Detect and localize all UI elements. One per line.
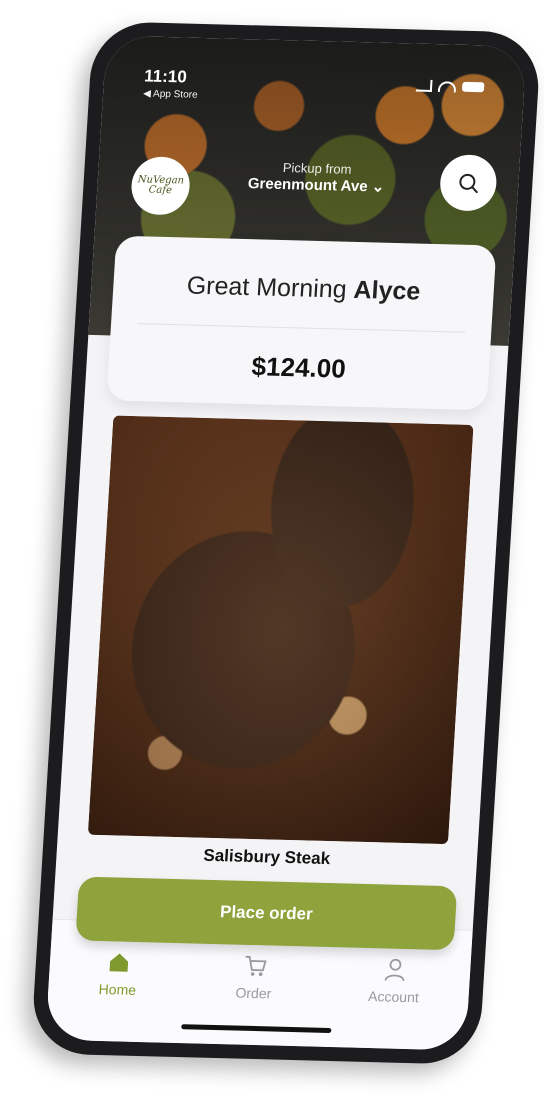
tab-account[interactable]: Account	[348, 954, 441, 1006]
featured-dish-image[interactable]	[87, 415, 474, 845]
status-time: 11:10	[143, 66, 188, 87]
user-icon	[384, 958, 405, 982]
search-icon	[459, 173, 478, 194]
pickup-location: Greenmount Ave ⌄	[247, 175, 385, 196]
tab-order-label: Order	[235, 984, 272, 1002]
battery-icon	[461, 81, 485, 93]
tab-account-label: Account	[367, 988, 420, 1006]
home-indicator[interactable]	[181, 1024, 332, 1034]
user-name: Alyce	[352, 275, 422, 306]
cart-icon	[245, 955, 267, 977]
status-icons	[415, 79, 485, 94]
app-screen: 11:10 ◀ App Store NuVegan Cafe Pickup fr…	[45, 35, 527, 1051]
place-order-button[interactable]: Place order	[75, 876, 458, 951]
pickup-location-selector[interactable]: Pickup from Greenmount Ave ⌄	[247, 159, 386, 196]
featured-dish-name: Salisbury Steak	[202, 845, 331, 869]
tab-home[interactable]: Home	[72, 946, 165, 998]
signal-icon	[415, 79, 433, 92]
home-icon	[109, 953, 129, 972]
greeting-text: Great Morning Alyce	[113, 270, 495, 309]
greeting-prefix: Great Morning	[185, 271, 355, 304]
status-bar: 11:10 ◀ App Store	[143, 66, 199, 100]
phone-frame: 11:10 ◀ App Store NuVegan Cafe Pickup fr…	[30, 21, 542, 1065]
divider	[137, 323, 466, 333]
greeting-card: Great Morning Alyce $124.00	[106, 235, 497, 411]
account-balance: $124.00	[250, 351, 347, 384]
tab-home-label: Home	[98, 980, 137, 998]
wifi-icon	[437, 80, 457, 93]
back-to-app-store[interactable]: ◀ App Store	[143, 88, 198, 100]
tab-order[interactable]: Order	[208, 950, 301, 1002]
